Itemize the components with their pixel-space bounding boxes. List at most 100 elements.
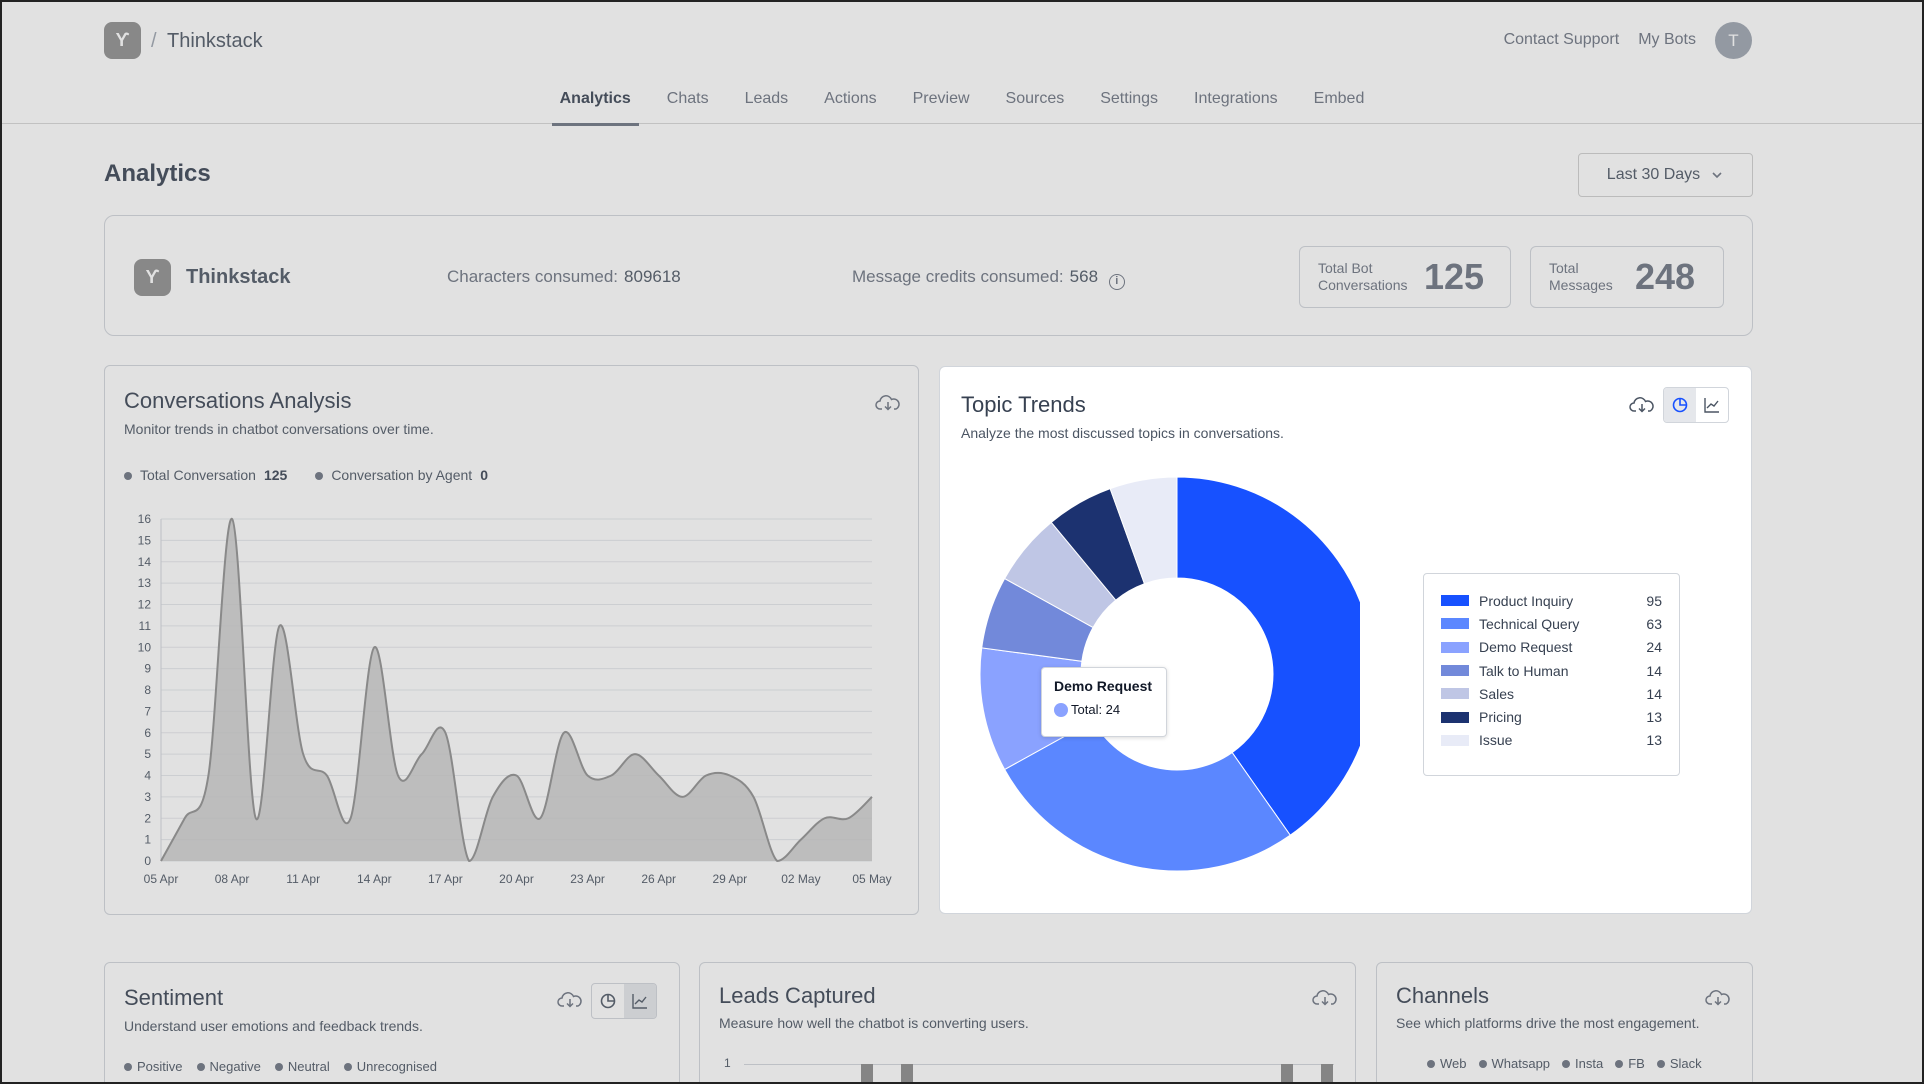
channels-subtitle: See which platforms drive the most engag… [1396, 1015, 1700, 1031]
channels-legend: Web Whatsapp Insta FB Slack [1427, 1056, 1702, 1071]
cloud-download-icon[interactable] [1629, 395, 1655, 415]
sentiment-title: Sentiment [124, 985, 224, 1010]
summary-card: ϒ Thinkstack Characters consumed: 809618 … [104, 215, 1753, 336]
legend-label: Issue [1479, 732, 1513, 749]
topic-legend: Product Inquiry 95 Technical Query 63 Demo R… [1423, 573, 1680, 776]
legend-value: 14 [1646, 685, 1662, 702]
legend-unrecognised-label: Unrecognised [356, 1059, 437, 1074]
legend-unrecognised[interactable]: Unrecognised [343, 1059, 437, 1074]
legend-item[interactable]: Talk to Human 14 [1441, 659, 1662, 682]
legend-item[interactable]: Product Inquiry 95 [1441, 589, 1662, 612]
legend-value: 13 [1646, 709, 1662, 726]
y-tick-label: 15 [138, 533, 152, 547]
y-tick-label: 13 [138, 576, 152, 590]
header-links: Contact Support My Bots [1504, 31, 1696, 49]
legend-label: Product Inquiry [1479, 592, 1574, 609]
kpi-total-messages: Total Messages 248 [1530, 246, 1724, 308]
x-tick-label: 17 Apr [428, 872, 463, 886]
my-bots-link[interactable]: My Bots [1638, 31, 1696, 49]
legend-insta[interactable]: Insta [1562, 1056, 1603, 1071]
tab-sources[interactable]: Sources [988, 88, 1083, 126]
legend-swatch [1441, 641, 1469, 653]
legend-label: Pricing [1479, 709, 1522, 726]
legend-value: 24 [1646, 639, 1662, 656]
legend-negative[interactable]: Negative [196, 1059, 261, 1074]
legend-whatsapp-label: Whatsapp [1491, 1056, 1551, 1071]
tab-analytics[interactable]: Analytics [542, 88, 649, 126]
y-tick-label: 11 [139, 619, 152, 633]
legend-item[interactable]: Issue 13 [1441, 729, 1662, 752]
x-tick-label: 08 Apr [215, 872, 250, 886]
kpi-conversations-label-2: Conversations [1318, 277, 1408, 293]
tab-chats[interactable]: Chats [649, 88, 727, 126]
x-tick-label: 05 May [852, 872, 891, 886]
legend-swatch [1441, 595, 1469, 607]
characters-consumed-label: Characters consumed: [447, 267, 619, 286]
cloud-download-icon[interactable] [1312, 988, 1338, 1008]
y-tick-label: 5 [144, 747, 151, 761]
legend-positive[interactable]: Positive [124, 1059, 183, 1074]
leads-card: Leads Captured Measure how well the chat… [699, 962, 1356, 1082]
chevron-down-icon [1712, 172, 1722, 179]
legend-whatsapp[interactable]: Whatsapp [1478, 1056, 1551, 1071]
legend-web[interactable]: Web [1427, 1056, 1467, 1071]
bot-logo-icon: ϒ [134, 259, 171, 296]
tab-integrations[interactable]: Integrations [1176, 88, 1296, 126]
y-tick-label: 10 [138, 640, 152, 654]
legend-label: Technical Query [1479, 615, 1580, 632]
leads-bar [1321, 1064, 1333, 1082]
y-tick-label: 16 [138, 512, 152, 526]
y-tick-label: 4 [144, 769, 151, 783]
topic-trends-subtitle: Analyze the most discussed topics in con… [961, 425, 1284, 441]
avatar[interactable]: T [1715, 22, 1752, 59]
contact-support-link[interactable]: Contact Support [1504, 31, 1620, 49]
thinkstack-logo-icon[interactable]: ϒ [104, 22, 141, 59]
legend-item[interactable]: Sales 14 [1441, 682, 1662, 705]
y-tick-label: 6 [144, 726, 151, 740]
page-title: Analytics [104, 160, 211, 187]
conversations-area-chart[interactable]: 01234567891011121314151605 Apr 08 Apr 11 A… [105, 366, 920, 916]
tab-actions[interactable]: Actions [806, 88, 894, 126]
legend-slack[interactable]: Slack [1656, 1056, 1702, 1071]
date-range-dropdown[interactable]: Last 30 Days [1578, 153, 1753, 197]
sentiment-card: Sentiment Understand user emotions and f… [104, 962, 680, 1082]
tab-leads[interactable]: Leads [727, 88, 807, 126]
breadcrumb-brand[interactable]: Thinkstack [167, 30, 263, 53]
legend-fb-label: FB [1628, 1056, 1645, 1071]
legend-item[interactable]: Technical Query 63 [1441, 612, 1662, 635]
leads-bar [861, 1064, 873, 1082]
x-tick-label: 05 Apr [144, 872, 179, 886]
tab-embed[interactable]: Embed [1296, 88, 1383, 126]
app-window: ϒ / Thinkstack Contact Support My Bots T… [0, 0, 1924, 1084]
sentiment-subtitle: Understand user emotions and feedback tr… [124, 1018, 423, 1034]
legend-neutral[interactable]: Neutral [274, 1059, 330, 1074]
pie-chart-toggle[interactable] [592, 984, 624, 1018]
tab-preview[interactable]: Preview [895, 88, 988, 126]
legend-fb[interactable]: FB [1615, 1056, 1645, 1071]
pie-chart-toggle[interactable] [1664, 388, 1696, 422]
legend-insta-label: Insta [1575, 1056, 1604, 1071]
pie-chart-icon [1672, 397, 1688, 413]
kpi-messages-label-2: Messages [1549, 277, 1613, 293]
leads-bar [901, 1064, 913, 1082]
x-tick-label: 14 Apr [357, 872, 392, 886]
legend-item[interactable]: Demo Request 24 [1441, 636, 1662, 659]
tab-settings[interactable]: Settings [1082, 88, 1176, 126]
legend-swatch [1441, 618, 1469, 630]
line-chart-toggle[interactable] [1696, 388, 1728, 422]
y-tick-label: 1 [144, 833, 151, 847]
y-tick-label: 14 [138, 555, 152, 569]
info-icon[interactable]: i [1108, 274, 1125, 290]
legend-label: Demo Request [1479, 639, 1573, 656]
cloud-download-icon[interactable] [557, 990, 583, 1010]
legend-web-label: Web [1440, 1056, 1467, 1071]
legend-swatch [1441, 665, 1469, 677]
y-tick-label: 0 [144, 854, 151, 868]
x-tick-label: 11 Apr [286, 872, 320, 886]
legend-item[interactable]: Pricing 13 [1441, 705, 1662, 728]
cloud-download-icon[interactable] [1705, 988, 1731, 1008]
chart-tooltip: Demo Request Total: 24 [1041, 667, 1167, 737]
line-chart-toggle[interactable] [624, 984, 656, 1018]
bot-name: Thinkstack [186, 266, 291, 288]
legend-label: Sales [1479, 685, 1515, 702]
